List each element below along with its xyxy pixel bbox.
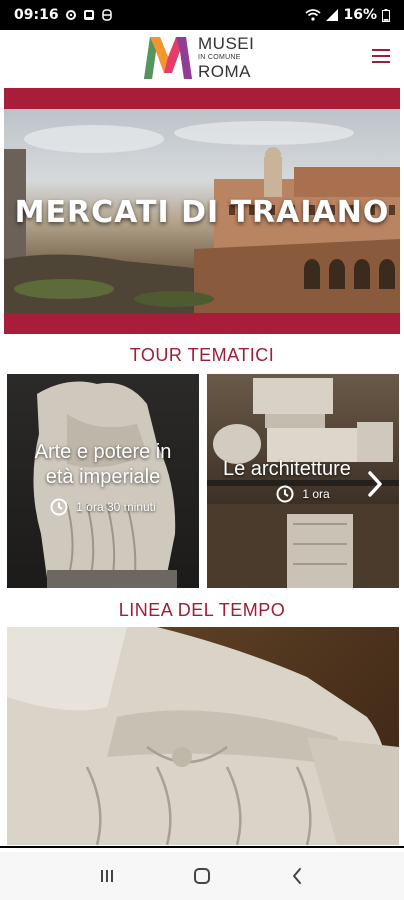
status-time: 09:16 <box>14 7 59 23</box>
musei-roma-logo[interactable]: MUSEI IN COMUNE ROMA <box>142 33 254 81</box>
chevron-right-icon[interactable] <box>365 470 385 498</box>
battery-percentage: 16% <box>343 7 377 23</box>
data-saver-icon <box>101 9 112 21</box>
statue-photo <box>7 627 399 845</box>
timeline-image[interactable] <box>7 627 399 845</box>
hero-image: MERCATI DI TRAIANO <box>4 109 400 313</box>
system-navigation-bar <box>0 852 404 900</box>
recent-apps-icon <box>101 870 114 882</box>
tour-duration: 1 ora 30 minuti <box>7 498 199 516</box>
notification-icon <box>83 10 94 20</box>
home-button[interactable] <box>190 864 214 888</box>
timeline-section-title: LINEA DEL TEMPO <box>118 600 286 620</box>
wifi-icon <box>305 9 322 21</box>
tours-section-title: TOUR TEMATICI <box>129 345 275 365</box>
hero-title: MERCATI DI TRAIANO <box>14 195 390 230</box>
tour-title-line: età imperiale <box>45 466 161 488</box>
app-header: MUSEI IN COMUNE ROMA <box>0 30 404 88</box>
clock-icon <box>276 485 294 503</box>
hamburger-menu-icon[interactable] <box>372 49 390 63</box>
tour-card-title: Arte e potere in età imperiale <box>7 440 199 490</box>
battery-icon <box>382 8 390 22</box>
signal-icon <box>326 9 339 21</box>
back-button[interactable] <box>285 864 309 888</box>
tour-title-line: Arte e potere in <box>34 441 172 463</box>
logo-line-in-comune: IN COMUNE <box>198 53 241 61</box>
logo-line-roma: ROMA <box>198 61 251 81</box>
hero-banner[interactable]: MERCATI DI TRAIANO <box>4 88 400 334</box>
logo-mark-icon <box>144 37 192 79</box>
tour-card-arte-potere[interactable]: Arte e potere in età imperiale 1 ora 30 … <box>7 374 199 588</box>
status-bar: 09:16 16% <box>0 0 404 30</box>
tour-duration-text: 1 ora 30 minuti <box>76 500 156 514</box>
tour-duration-text: 1 ora <box>302 487 330 501</box>
home-icon <box>193 868 210 884</box>
tour-card-architetture[interactable]: Le architetture 1 ora <box>207 374 399 588</box>
settings-icon <box>65 10 76 20</box>
bottom-divider <box>0 846 404 848</box>
back-icon <box>292 868 301 884</box>
logo-text: MUSEI IN COMUNE ROMA <box>198 35 254 80</box>
logo-line-musei: MUSEI <box>198 33 255 53</box>
recent-apps-button[interactable] <box>95 864 119 888</box>
clock-icon <box>50 498 68 516</box>
